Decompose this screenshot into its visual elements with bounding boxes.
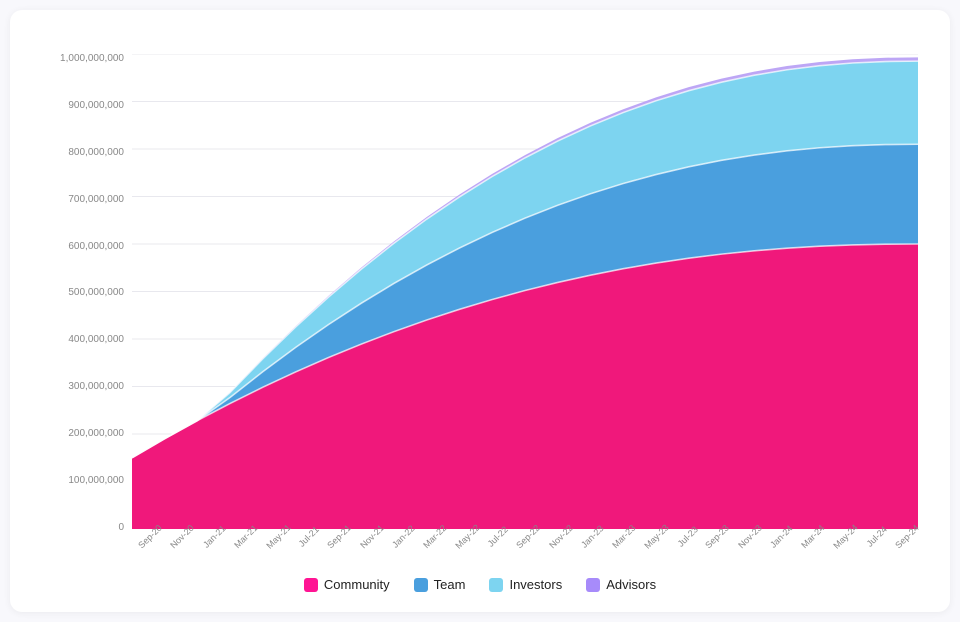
y-axis-label: 600,000,000 [68,242,124,252]
legend-label: Community [324,577,390,592]
legend: Community Team Investors Advisors [42,577,918,592]
legend-color [414,578,428,592]
legend-label: Investors [509,577,562,592]
chart-area: 1,000,000,000 900,000,000 800,000,000 700,0… [42,54,918,565]
chart-svg [132,54,918,529]
chart-container: 1,000,000,000 900,000,000 800,000,000 700,0… [10,10,950,612]
y-axis-label: 0 [118,523,124,533]
legend-item: Community [304,577,390,592]
chart-main: Sep-20Nov-20Jan-21Mar-21May-21Jul-21Sep-… [132,54,918,565]
x-axis: Sep-20Nov-20Jan-21Mar-21May-21Jul-21Sep-… [132,529,918,565]
legend-label: Team [434,577,466,592]
legend-item: Team [414,577,466,592]
legend-color [304,578,318,592]
legend-item: Advisors [586,577,656,592]
y-axis-label: 100,000,000 [68,476,124,486]
y-axis-label: 500,000,000 [68,288,124,298]
y-axis-label: 200,000,000 [68,429,124,439]
y-axis-label: 800,000,000 [68,148,124,158]
y-axis: 1,000,000,000 900,000,000 800,000,000 700,0… [42,54,132,565]
legend-color [489,578,503,592]
y-axis-label: 900,000,000 [68,101,124,111]
y-axis-label: 700,000,000 [68,195,124,205]
y-axis-label: 1,000,000,000 [60,54,124,64]
legend-label: Advisors [606,577,656,592]
y-axis-label: 400,000,000 [68,335,124,345]
y-axis-label: 300,000,000 [68,382,124,392]
x-axis-label: Sep-24 [893,523,939,569]
legend-color [586,578,600,592]
legend-item: Investors [489,577,562,592]
